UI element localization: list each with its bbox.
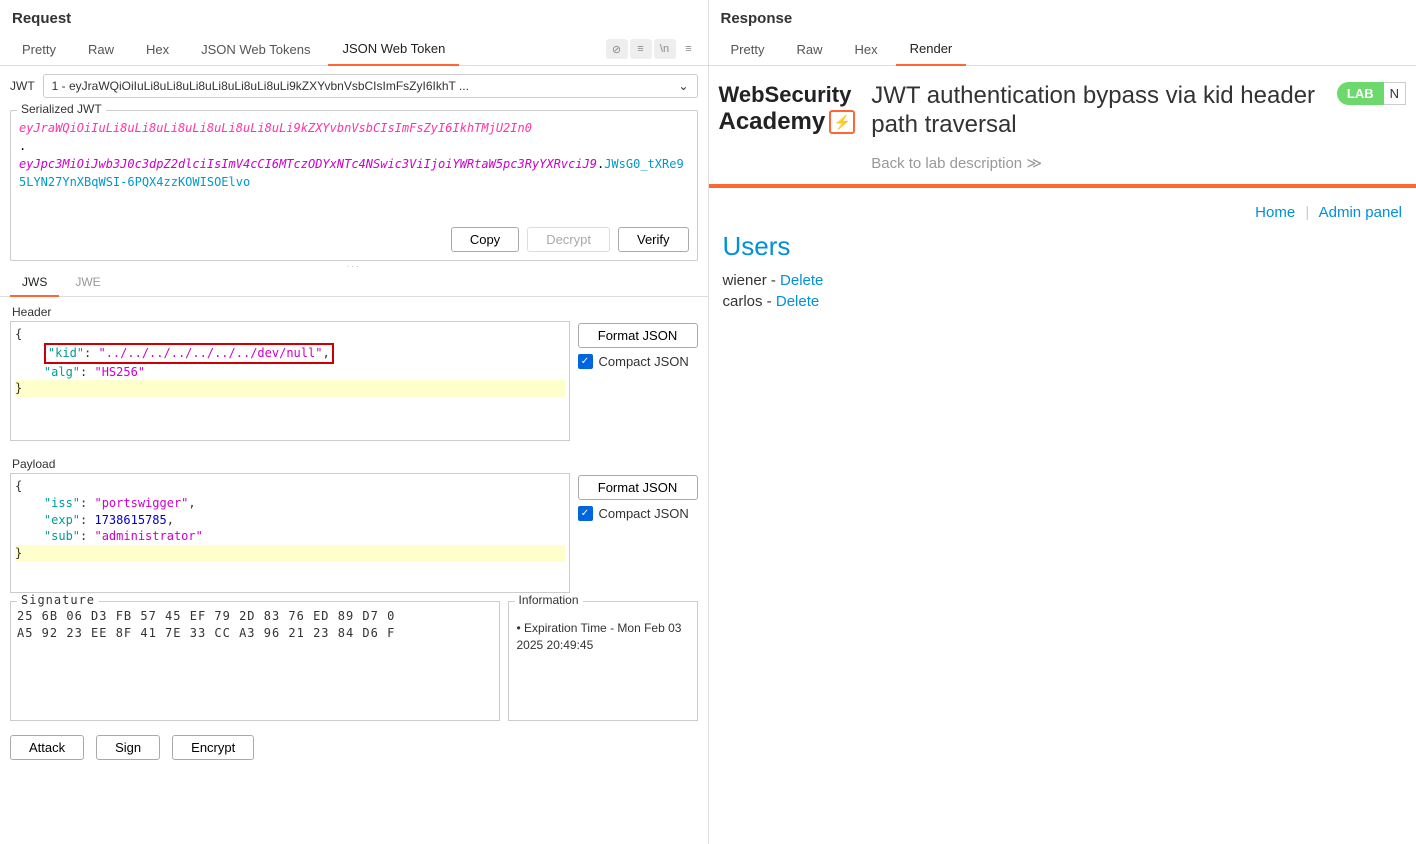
information-text: • Expiration Time - Mon Feb 03 2025 20:4… [517,620,689,654]
request-title: Request [0,0,708,33]
lab-title: JWT authentication bypass via kid header… [871,82,1321,140]
lab-badge-extra: N [1384,82,1406,105]
payload-section-label: Payload [10,453,698,473]
jwt-label: JWT [10,79,35,93]
user-row: wiener - Delete [723,272,1403,289]
lab-badge: LAB [1337,82,1384,105]
attack-button[interactable]: Attack [10,735,84,760]
response-tabs: Pretty Raw Hex Render [709,33,1416,66]
tab-hex[interactable]: Hex [132,34,183,65]
users-heading: Users [723,231,1403,262]
information-label: Information [515,593,583,607]
response-tab-render[interactable]: Render [896,33,967,66]
web-security-academy-logo: WebSecurity Academy⚡ [719,82,856,136]
tab-json-web-tokens[interactable]: JSON Web Tokens [187,34,324,65]
format-json-payload-button[interactable]: Format JSON [578,475,698,500]
subtab-jwe[interactable]: JWE [63,269,112,296]
compact-json-payload-checkbox[interactable]: ✓ [578,506,593,521]
header-json-editor[interactable]: { "kid": "../../../../../../../dev/null"… [10,321,570,441]
payload-json-editor[interactable]: { "iss": "portswigger", "exp": 173861578… [10,473,570,593]
jwt-dropdown-value: 1 - eyJraWQiOiIuLi8uLi8uLi8uLi8uLi8uLi8u… [52,79,469,93]
serialized-jwt-label: Serialized JWT [17,102,106,116]
encrypt-button[interactable]: Encrypt [172,735,254,760]
toggle-hidden-icon[interactable]: ⊘ [606,39,628,59]
menu-icon[interactable]: ≡ [678,39,700,59]
user-row: carlos - Delete [723,293,1403,310]
copy-button[interactable]: Copy [451,227,519,252]
delete-user-link[interactable]: Delete [776,293,819,310]
delete-user-link[interactable]: Delete [780,272,823,289]
request-tabs: Pretty Raw Hex JSON Web Tokens JSON Web … [0,33,708,66]
serialized-jwt-text[interactable]: eyJraWQiOiIuLi8uLi8uLi8uLi8uLi8uLi8uLi9k… [19,119,689,219]
sign-button[interactable]: Sign [96,735,160,760]
response-tab-pretty[interactable]: Pretty [717,34,779,65]
signature-label: Signature [17,593,99,607]
response-title: Response [709,0,1416,33]
decrypt-button: Decrypt [527,227,610,252]
subtab-jws[interactable]: JWS [10,269,59,297]
chevron-down-icon: ⌄ [678,79,688,93]
nav-admin-link[interactable]: Admin panel [1319,204,1402,221]
nav-home-link[interactable]: Home [1255,204,1295,221]
signature-hex[interactable]: 25 6B 06 D3 FB 57 45 EF 79 2D 83 76 ED 8… [17,608,493,642]
response-tab-raw[interactable]: Raw [782,34,836,65]
bolt-icon: ⚡ [829,110,855,134]
compact-json-header-checkbox[interactable]: ✓ [578,354,593,369]
jwt-dropdown[interactable]: 1 - eyJraWQiOiIuLi8uLi8uLi8uLi8uLi8uLi8u… [43,74,698,98]
response-tab-hex[interactable]: Hex [840,34,891,65]
compact-json-header-label: Compact JSON [599,354,689,369]
tab-json-web-token[interactable]: JSON Web Token [328,33,459,66]
verify-button[interactable]: Verify [618,227,689,252]
nav-separator: | [1305,204,1309,221]
header-section-label: Header [10,301,698,321]
back-to-lab-link[interactable]: Back to lab description ≫ [871,154,1321,172]
wrap-lines-icon[interactable]: ≡ [630,39,652,59]
newline-icon[interactable]: \n [654,39,676,59]
tab-pretty[interactable]: Pretty [8,34,70,65]
compact-json-payload-label: Compact JSON [599,506,689,521]
tab-raw[interactable]: Raw [74,34,128,65]
format-json-header-button[interactable]: Format JSON [578,323,698,348]
